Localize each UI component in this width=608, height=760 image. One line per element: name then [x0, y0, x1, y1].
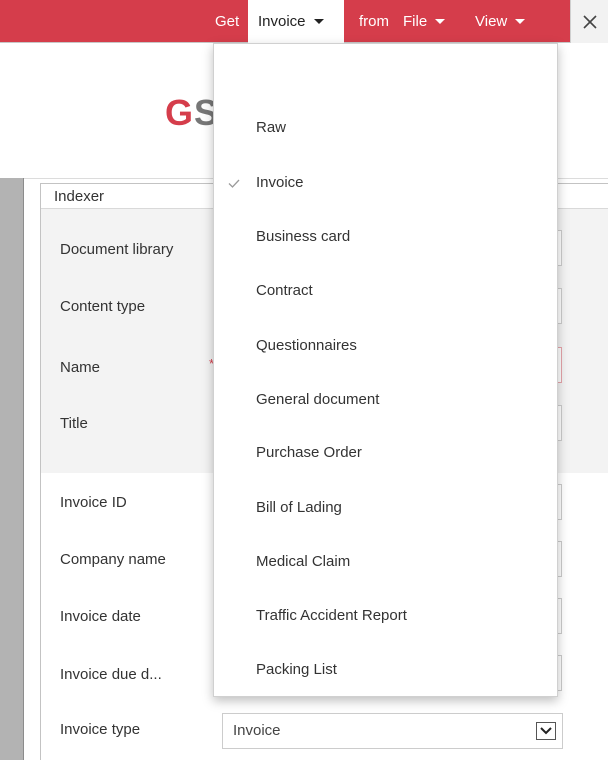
invoice-type-value: Invoice: [233, 722, 281, 739]
source-dropdown[interactable]: File: [403, 0, 446, 43]
field-label-invoice-type: Invoice type: [60, 721, 141, 738]
chevron-down-icon: [515, 18, 526, 24]
menu-item-medical-claim[interactable]: Medical Claim: [214, 544, 557, 580]
menu-item-traffic-accident-report[interactable]: Traffic Accident Report: [214, 598, 557, 634]
from-label: from: [359, 13, 389, 30]
view-label: View: [475, 13, 508, 30]
close-button[interactable]: [570, 0, 608, 43]
menu-item-raw[interactable]: Raw: [214, 110, 557, 146]
field-label-invoice-due-date: Invoice due d...: [60, 666, 162, 683]
left-panel-edge: [0, 178, 24, 760]
chevron-down-icon: [536, 722, 556, 740]
menu-item-questionnaires[interactable]: Questionnaires: [214, 328, 557, 364]
menu-item-contract[interactable]: Contract: [214, 273, 557, 309]
menu-item-purchase-order[interactable]: Purchase Order: [214, 435, 557, 471]
document-type-dropdown[interactable]: Invoice: [248, 0, 344, 43]
menu-item-invoice[interactable]: Invoice: [214, 165, 557, 201]
field-label-invoice-date: Invoice date: [60, 608, 141, 625]
field-label-name: Name: [60, 359, 101, 376]
menu-item-packing-list[interactable]: Packing List: [214, 652, 557, 688]
menu-item-bill-of-lading[interactable]: Bill of Lading: [214, 490, 557, 526]
field-label-content-type: Content type: [60, 298, 146, 315]
app-logo: GS: [165, 92, 220, 133]
field-label-company-name: Company name: [60, 551, 166, 568]
chevron-down-icon: [313, 18, 324, 24]
chevron-down-icon: [435, 18, 446, 24]
invoice-type-select[interactable]: Invoice: [222, 713, 563, 749]
top-toolbar: Get Invoice from File View: [0, 0, 608, 43]
field-label-title: Title: [60, 415, 88, 432]
get-label: Get: [215, 13, 240, 30]
checkmark-icon: [228, 165, 244, 201]
close-icon: [582, 14, 597, 29]
field-label-invoice-id: Invoice ID: [60, 494, 127, 511]
menu-item-general-document[interactable]: General document: [214, 382, 557, 418]
menu-item-business-card[interactable]: Business card: [214, 219, 557, 255]
field-label-document-library: Document library: [60, 241, 174, 258]
view-dropdown[interactable]: View: [475, 0, 526, 43]
source-value: File: [403, 13, 428, 30]
document-type-menu: Raw Invoice Business card Contract Quest…: [213, 43, 558, 697]
document-type-value: Invoice: [258, 13, 306, 30]
